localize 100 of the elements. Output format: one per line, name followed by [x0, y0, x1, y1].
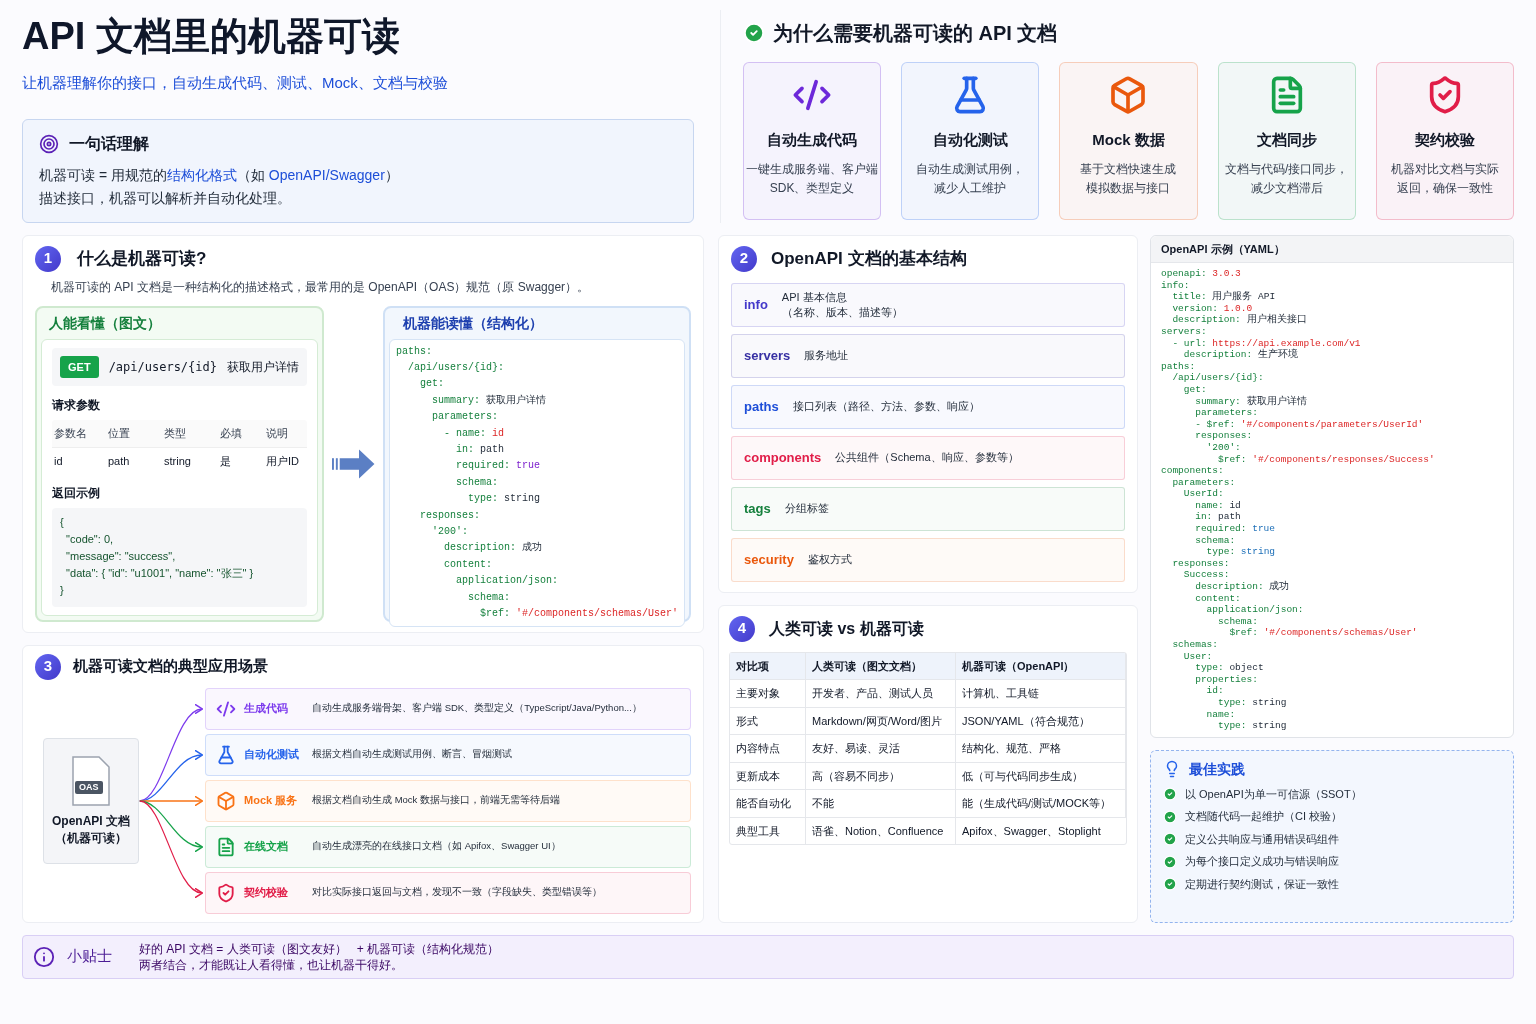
structure-description: 鉴权方式 — [807, 552, 852, 567]
endpoint-path: /api/users/{id} — [108, 358, 217, 376]
section-title: 什么是机器可读? — [77, 247, 207, 270]
structure-description: 分组标签 — [784, 501, 829, 516]
code-line: $ref: '#/components/schemas/User' — [478, 607, 678, 621]
check-circle-icon — [1163, 787, 1177, 801]
tip-title: 小贴士 — [67, 946, 113, 967]
benefit-text: 基于文档快速生成 模拟数据与接口 — [1080, 160, 1177, 197]
page-title: API 文档里的机器可读 — [22, 14, 401, 59]
practice-item: 为每个接口定义成功与错误响应 — [1185, 854, 1339, 870]
table-cell: 主要对象 — [730, 679, 806, 707]
check-circle-icon — [743, 22, 765, 44]
step-number: 3 — [35, 653, 61, 680]
table-cell: JSON/YAML（符合规范） — [956, 706, 1126, 734]
code-line: content: — [442, 557, 493, 572]
practice-item: 定期进行契约测试，保证一致性 — [1185, 876, 1339, 892]
table-cell: 形式 — [730, 706, 806, 734]
table-cell: 开发者、产品、测试人员 — [806, 679, 956, 707]
section-title: 机器可读文档的典型应用场景 — [73, 656, 268, 677]
use-case-description: 对比实际接口返回与文档，发现不一致（字段缺失、类型错误等） — [312, 885, 602, 900]
code-line: type: string — [1217, 696, 1288, 709]
use-case-description: 自动生成服务端骨架、客户端 SDK、类型定义（TypeScript/Java/Python...） — [312, 701, 642, 716]
table-cell: 低（可与代码同步生成） — [956, 761, 1126, 789]
panel-title: 机器能读懂（结构化） — [401, 313, 544, 333]
code-line: type: string — [1217, 720, 1288, 732]
code-line: summary: 获取用户详情 — [430, 393, 547, 408]
code-line: parameters: — [1194, 407, 1259, 419]
code-line: servers: — [1161, 325, 1208, 338]
section-description: 机器可读的 API 文档是一种结构化的描述格式，最常用的是 OpenAPI（OAS）规范（原 Swagger）。 — [51, 278, 591, 296]
benefit-text: 文档与代码/接口同步， 减少文档滞后 — [1225, 160, 1349, 197]
code-line: parameters: — [430, 410, 499, 425]
target-icon — [39, 133, 59, 154]
table-header-cell: 说明 — [264, 420, 308, 448]
code-line: type: string — [1205, 546, 1277, 558]
benefit-text: 一键生成服务端、客户端 SDK、类型定义 — [746, 160, 879, 197]
structure-key: servers — [744, 345, 791, 366]
table-cell: id — [52, 447, 106, 474]
benefit-title: Mock 数据 — [1092, 130, 1165, 150]
code-line: responses: — [418, 508, 481, 523]
subheading: 请求参数 — [52, 397, 101, 414]
benefit-text: 自动生成测试用例， 减少人工维护 — [916, 160, 1025, 197]
code-line: type: object — [1194, 662, 1265, 674]
code-line: description: 生产环境 — [1182, 349, 1298, 361]
code-line: Success: — [1182, 569, 1231, 582]
structure-description: API 基本信息 （名称、版本、描述等） — [781, 289, 903, 320]
use-case-title: 在线文档 — [244, 839, 289, 855]
code-line: schema: — [1217, 615, 1259, 628]
code-line: $ref: '#/components/schemas/User' — [1228, 627, 1419, 639]
structure-key: paths — [744, 396, 779, 417]
subheading: 返回示例 — [52, 485, 101, 502]
benefit-title: 文档同步 — [1256, 130, 1317, 150]
table-cell: 计算机、工具链 — [956, 679, 1126, 707]
section-title: OpenAPI 文档的基本结构 — [771, 247, 967, 270]
step-number: 2 — [731, 245, 757, 272]
practice-item: 定义公共响应与通用错误码组件 — [1185, 831, 1339, 847]
table-header-cell: 对比项 — [730, 652, 806, 679]
code-line: UserId: — [1182, 488, 1225, 500]
code-line: "data": { "id": "u1001", "name": "张三" } — [65, 566, 255, 581]
benefit-title: 自动化测试 — [932, 130, 1008, 150]
table-header-cell: 类型 — [162, 420, 218, 448]
code-line: required: true — [1194, 523, 1277, 535]
code-line: schema: — [454, 475, 499, 490]
code-line: required: true — [454, 459, 541, 474]
use-case-title: 生成代码 — [244, 701, 289, 717]
code-line: name: id — [1194, 499, 1242, 512]
code-line: { — [60, 515, 65, 530]
code-line: description: 成功 — [1194, 581, 1291, 593]
table-header-cell: 参数名 — [52, 420, 106, 448]
code-line: "code": 0, — [65, 532, 115, 547]
check-circle-icon — [1163, 832, 1177, 846]
code-line: - url: https://api.example.com/v1 — [1171, 337, 1362, 349]
table-cell: path — [106, 447, 162, 474]
check-circle-icon — [1163, 809, 1177, 824]
practice-item: 文档随代码一起维护（CI 校验） — [1185, 809, 1343, 825]
table-header-cell: 位置 — [106, 420, 162, 448]
table-cell: Apifox、Swagger、Stoplight — [956, 816, 1126, 844]
benefit-title: 契约校验 — [1414, 130, 1475, 150]
table-cell: 能否自动化 — [730, 789, 806, 817]
table-cell: 能（生成代码/测试/MOCK等） — [956, 789, 1126, 817]
code-line: responses: — [1194, 430, 1254, 442]
code-line: paths: — [1161, 360, 1197, 373]
structure-description: 公共组件（Schema、响应、参数等） — [835, 450, 1019, 465]
code-line: $ref: '#/components/responses/Success' — [1217, 453, 1436, 466]
table-cell: 典型工具 — [730, 816, 806, 844]
check-circle-icon — [1163, 877, 1177, 891]
code-line: User: — [1182, 650, 1214, 663]
code-line: components: — [1161, 465, 1225, 477]
code-line: properties: — [1194, 673, 1259, 686]
code-line: get: — [1182, 383, 1208, 396]
use-case-description: 根据文档自动生成 Mock 数据与接口，前端无需等待后端 — [312, 793, 560, 808]
code-line: '200': — [430, 524, 469, 539]
code-line: parameters: — [1171, 476, 1237, 489]
panel-title: OpenAPI 示例（YAML） — [1151, 235, 1513, 263]
use-case-title: 契约校验 — [244, 885, 289, 901]
code-line: info: — [1161, 279, 1191, 292]
table-cell: string — [162, 447, 218, 474]
code-line: - $ref: '#/components/parameters/UserId' — [1194, 418, 1425, 431]
source-label: OpenAPI 文档 （机器可读） — [52, 812, 130, 847]
code-line: content: — [1194, 592, 1242, 605]
use-case-description: 根据文档自动生成测试用例、断言、冒烟测试 — [312, 747, 512, 762]
